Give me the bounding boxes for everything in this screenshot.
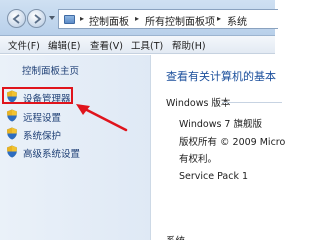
windows-edition-heading: Windows 版本 [166,98,231,109]
back-button[interactable] [7,9,26,28]
system-heading: 系统 [166,233,185,240]
page-title: 查看有关计算机的基本 [166,70,276,83]
address-bar-strip: ▸ 控制面板 ▸ 所有控制面板项 ▸ 系统 [0,0,278,36]
sidebar-item-advanced-settings[interactable]: 高级系统设置 [4,144,124,160]
breadcrumb-separator-icon[interactable]: ▸ [135,14,139,23]
sidebar-item-label: 远程设置 [23,113,62,124]
forward-button[interactable] [27,9,46,28]
sidebar-item-label: 高级系统设置 [23,149,81,160]
menu-file[interactable]: 文件(F) [8,38,40,52]
control-panel-folder-icon [64,15,75,24]
shield-icon [7,127,17,140]
main-content: 查看有关计算机的基本 Windows 版本 Windows 7 旗舰版 版权所有… [152,55,285,240]
shield-icon [7,109,17,122]
menu-view[interactable]: 查看(V) [90,38,123,52]
breadcrumb-system[interactable]: 系统 [227,13,247,28]
address-box[interactable]: ▸ 控制面板 ▸ 所有控制面板项 ▸ 系统 [58,9,278,29]
shield-icon [7,145,17,158]
forward-arrow-icon [34,14,42,24]
rights-text: 有权利。 [179,154,218,165]
breadcrumb-all-items[interactable]: 所有控制面板项 [145,13,215,28]
breadcrumb-separator-icon[interactable]: ▸ [217,14,221,23]
menu-edit[interactable]: 编辑(E) [48,38,80,52]
back-arrow-icon [12,14,20,24]
service-pack-value: Service Pack 1 [179,171,249,182]
history-dropdown-icon[interactable] [49,16,55,20]
menu-tools[interactable]: 工具(T) [131,38,163,52]
breadcrumb-control-panel[interactable]: 控制面板 [89,13,129,28]
device-manager-highlight [2,87,73,104]
breadcrumb-separator-icon[interactable]: ▸ [80,14,84,23]
menu-bar: 文件(F) 编辑(E) 查看(V) 工具(T) 帮助(H) [0,36,275,54]
annotation-arrow-icon [76,104,128,132]
control-panel-home-link[interactable]: 控制面板主页 [22,63,79,77]
sidebar-item-label: 系统保护 [23,131,62,142]
copyright-text: 版权所有 © 2009 Micro [179,137,286,148]
menu-help[interactable]: 帮助(H) [172,38,206,52]
section-divider [222,102,282,103]
windows-edition-value: Windows 7 旗舰版 [179,119,262,130]
task-pane: 控制面板主页 设备管理器 远程设置 系统保护 高级系统设置 [0,55,151,240]
